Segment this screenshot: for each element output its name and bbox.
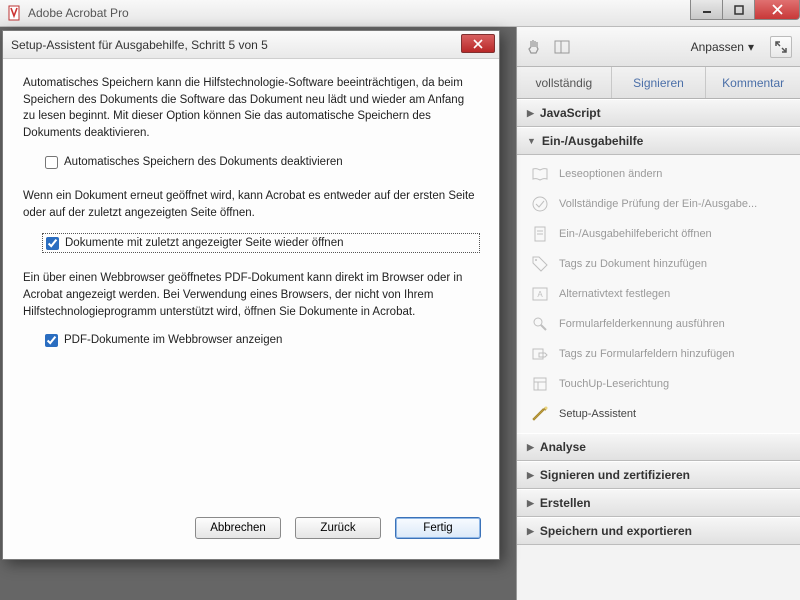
dialog-paragraph-3: Ein über einen Webbrowser geöffnetes PDF… [23,270,479,320]
section-io-help-body: Leseoptionen ändern Vollständige Prüfung… [517,155,800,433]
section-javascript[interactable]: ▶JavaScript [517,99,800,127]
triangle-right-icon: ▶ [527,108,534,119]
item-setup-wizard[interactable]: Setup-Assistent [517,399,800,429]
titlebar: Adobe Acrobat Pro [0,0,800,27]
hand-tool-icon[interactable] [525,38,543,56]
dialog-title: Setup-Assistent für Ausgabehilfe, Schrit… [11,38,268,52]
expand-button[interactable] [770,36,792,58]
checkbox-autosave[interactable]: Automatisches Speichern des Dokuments de… [45,154,479,171]
search-form-icon [531,315,549,333]
section-io-help[interactable]: ▼Ein-/Ausgabehilfe [517,127,800,155]
dialog-body: Automatisches Speichern kann die Hilfste… [3,59,499,517]
dialog-paragraph-1: Automatisches Speichern kann die Hilfste… [23,75,479,142]
adjust-button[interactable]: Anpassen ▾ [685,36,760,58]
accordion: ▶JavaScript ▼Ein-/Ausgabehilfe Leseoptio… [517,99,800,600]
window-title: Adobe Acrobat Pro [28,6,129,20]
tab-complete[interactable]: vollständig [517,67,612,98]
maximize-button[interactable] [722,0,755,20]
window-controls [691,0,800,20]
finish-button[interactable]: Fertig [395,517,481,539]
dialog-button-row: Abbrechen Zurück Fertig [3,517,499,559]
checkbox-pdf-in-browser-input[interactable] [45,334,58,347]
section-analysis[interactable]: ▶Analyse [517,433,800,461]
report-icon [531,225,549,243]
check-badge-icon [531,195,549,213]
checkbox-reopen-lastpage-label: Dokumente mit zuletzt angezeigter Seite … [65,235,344,252]
triangle-right-icon: ▶ [527,526,534,537]
item-read-options[interactable]: Leseoptionen ändern [517,159,800,189]
close-button[interactable] [754,0,800,20]
checkbox-pdf-in-browser[interactable]: PDF-Dokumente im Webbrowser anzeigen [45,332,479,349]
item-alt-text[interactable]: AAlternativtext festlegen [517,279,800,309]
section-sign-cert[interactable]: ▶Signieren und zertifizieren [517,461,800,489]
triangle-down-icon: ▼ [527,136,536,146]
item-full-check[interactable]: Vollständige Prüfung der Ein-/Ausgabe... [517,189,800,219]
app-icon [6,5,22,21]
touchup-icon [531,375,549,393]
setup-wizard-dialog: Setup-Assistent für Ausgabehilfe, Schrit… [2,30,500,560]
text-icon: A [531,285,549,303]
tab-comment[interactable]: Kommentar [706,67,800,98]
section-save-export[interactable]: ▶Speichern und exportieren [517,517,800,545]
minimize-button[interactable] [690,0,723,20]
form-tag-icon [531,345,549,363]
triangle-right-icon: ▶ [527,442,534,453]
dropdown-arrow-icon: ▾ [748,40,754,54]
panel-tool-icon[interactable] [553,38,571,56]
dialog-paragraph-2: Wenn ein Dokument erneut geöffnet wird, … [23,188,479,221]
back-button[interactable]: Zurück [295,517,381,539]
wizard-icon [531,405,549,423]
tools-panel: Anpassen ▾ vollständig Signieren Komment… [516,27,800,600]
svg-text:A: A [537,290,543,299]
section-create[interactable]: ▶Erstellen [517,489,800,517]
checkbox-reopen-lastpage[interactable]: Dokumente mit zuletzt angezeigter Seite … [43,234,479,253]
triangle-right-icon: ▶ [527,470,534,481]
checkbox-pdf-in-browser-label: PDF-Dokumente im Webbrowser anzeigen [64,332,282,349]
book-icon [531,165,549,183]
checkbox-autosave-label: Automatisches Speichern des Dokuments de… [64,154,343,171]
cancel-button[interactable]: Abbrechen [195,517,281,539]
item-add-tags[interactable]: Tags zu Dokument hinzufügen [517,249,800,279]
item-open-report[interactable]: Ein-/Ausgabehilfebericht öffnen [517,219,800,249]
tag-icon [531,255,549,273]
panel-tabs: vollständig Signieren Kommentar [517,67,800,99]
tab-sign[interactable]: Signieren [612,67,707,98]
adjust-label: Anpassen [691,40,744,54]
dialog-titlebar[interactable]: Setup-Assistent für Ausgabehilfe, Schrit… [3,31,499,59]
checkbox-reopen-lastpage-input[interactable] [46,237,59,250]
panel-toolbar: Anpassen ▾ [517,27,800,67]
triangle-right-icon: ▶ [527,498,534,509]
item-form-recognition[interactable]: Formularfelderkennung ausführen [517,309,800,339]
dialog-close-button[interactable] [461,34,495,53]
checkbox-autosave-input[interactable] [45,156,58,169]
item-form-tags[interactable]: Tags zu Formularfeldern hinzufügen [517,339,800,369]
item-touchup[interactable]: TouchUp-Leserichtung [517,369,800,399]
